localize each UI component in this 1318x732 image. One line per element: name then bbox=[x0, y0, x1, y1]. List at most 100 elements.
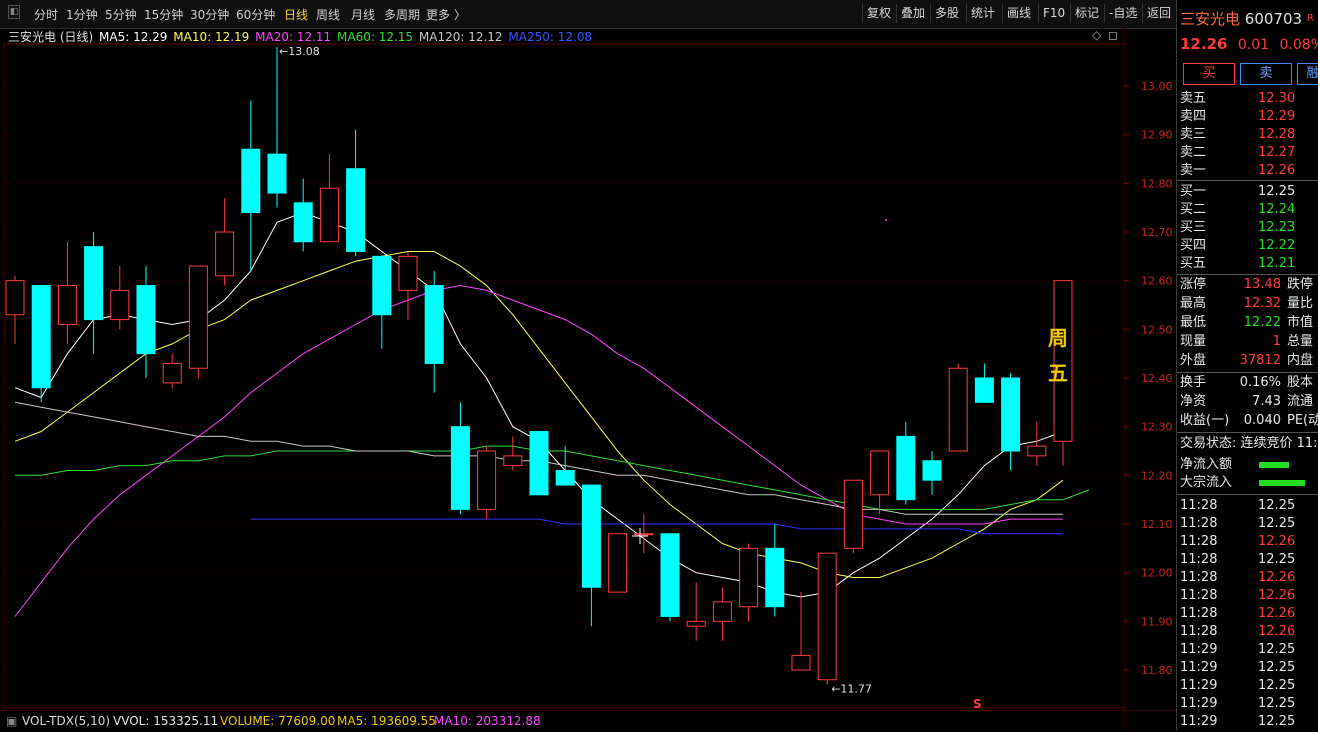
tick-time: 11:28 bbox=[1180, 516, 1218, 531]
candle-body-down bbox=[424, 285, 444, 364]
buy-button[interactable]: 买 bbox=[1183, 63, 1235, 85]
high-price-label: ←13.08 bbox=[279, 45, 320, 58]
tick-row: 11:29 12.25 bbox=[1180, 659, 1318, 677]
y-tick-label: 12.60 bbox=[1141, 275, 1173, 288]
last-price: 12.26 bbox=[1180, 35, 1228, 53]
tick-time: 11:28 bbox=[1180, 552, 1218, 567]
price-change-pct: 0.08% bbox=[1279, 37, 1318, 53]
s-marker: S bbox=[973, 697, 982, 711]
bid-price: 12.21 bbox=[1258, 256, 1296, 271]
bid-price: 12.25 bbox=[1258, 184, 1296, 199]
vol-ma5-value: MA5: 193609.55 bbox=[337, 714, 436, 728]
stat-value: 7.43 bbox=[1252, 394, 1281, 409]
stat-label-2: 流通 bbox=[1287, 394, 1314, 409]
tick-price: 12.26 bbox=[1258, 606, 1296, 621]
candle-body-up bbox=[608, 533, 628, 593]
tick-row: 11:28 12.26 bbox=[1180, 569, 1318, 587]
kline-chart[interactable]: 13.00 12.90 12.80 12.70 12.60 12.50 12.40 12.30… bbox=[0, 0, 1176, 731]
y-tick-label: 12.10 bbox=[1141, 518, 1173, 531]
ma60-value: MA60: 12.15 bbox=[337, 30, 414, 44]
vol-title: VOL-TDX(5,10) bbox=[22, 714, 111, 728]
stat-label: 换手 bbox=[1180, 375, 1207, 390]
tick-row: 11:28 12.25 bbox=[1180, 551, 1318, 569]
collapse-icon[interactable]: ◻ bbox=[1108, 28, 1118, 42]
candle-body-up bbox=[57, 285, 77, 325]
sell-button[interactable]: 卖 bbox=[1240, 63, 1292, 85]
stat-label-2: 跌停 bbox=[1287, 277, 1314, 292]
candle-body-down bbox=[267, 153, 287, 194]
tick-price: 12.25 bbox=[1258, 642, 1296, 657]
tick-row: 11:28 12.26 bbox=[1180, 587, 1318, 605]
stat-row: 外盘 37812 内盘 bbox=[1180, 352, 1318, 370]
stat-row: 最低 12.22 市值 bbox=[1180, 314, 1318, 332]
margin-button[interactable]: 融 bbox=[1297, 63, 1318, 85]
stat-row: 净资 7.43 流通 bbox=[1180, 393, 1318, 411]
stat-label-2: 量比 bbox=[1287, 296, 1314, 311]
y-tick-label: 11.90 bbox=[1141, 615, 1173, 628]
stat-row: 涨停 13.48 跌停 bbox=[1180, 276, 1318, 294]
stat-label: 涨停 bbox=[1180, 277, 1207, 292]
stat-label-2: 市值 bbox=[1287, 315, 1314, 330]
candle-body-down bbox=[241, 148, 261, 214]
weekday-label: 周 bbox=[1048, 326, 1068, 350]
y-tick-label: 12.90 bbox=[1141, 129, 1173, 142]
bid-label: 买二 bbox=[1180, 202, 1207, 217]
volume-value: VOLUME: 77609.00 bbox=[220, 714, 336, 728]
candle-body-up bbox=[398, 255, 418, 291]
stat-label-2: 内盘 bbox=[1287, 353, 1314, 368]
candle-body-up bbox=[870, 450, 890, 496]
ask-label: 卖二 bbox=[1180, 145, 1207, 160]
ma-line-ma5 bbox=[14, 211, 1064, 598]
tick-price: 12.26 bbox=[1258, 570, 1296, 585]
stat-label: 最高 bbox=[1180, 296, 1207, 311]
candle-body-down bbox=[31, 285, 51, 389]
tick-price: 12.25 bbox=[1258, 498, 1296, 513]
ask-price: 12.27 bbox=[1258, 145, 1296, 160]
ma20-value: MA20: 12.11 bbox=[255, 30, 332, 44]
bid-price: 12.24 bbox=[1258, 202, 1296, 217]
volume-panel-icon[interactable]: ▣ bbox=[6, 714, 17, 728]
tick-price: 12.26 bbox=[1258, 588, 1296, 603]
y-tick-label: 13.00 bbox=[1141, 80, 1173, 93]
tick-time: 11:28 bbox=[1180, 498, 1218, 513]
candle-body-down bbox=[555, 469, 575, 486]
ask-label: 卖一 bbox=[1180, 163, 1207, 178]
tick-price: 12.26 bbox=[1258, 534, 1296, 549]
tick-time: 11:28 bbox=[1180, 606, 1218, 621]
tick-time: 11:28 bbox=[1180, 588, 1218, 603]
ask-price: 12.29 bbox=[1258, 109, 1296, 124]
candle-body-up bbox=[686, 620, 706, 627]
ma5-value: MA5: 12.29 bbox=[99, 30, 168, 44]
candle-body-up bbox=[319, 187, 339, 243]
stat-value: 37812 bbox=[1239, 353, 1281, 368]
candle-body-up bbox=[1027, 445, 1047, 457]
bid-label: 买四 bbox=[1180, 238, 1207, 253]
stat-value: 12.32 bbox=[1243, 296, 1281, 311]
ask-label: 卖三 bbox=[1180, 127, 1207, 142]
tick-row: 11:29 12.25 bbox=[1180, 641, 1318, 659]
candle-body-down bbox=[581, 484, 601, 588]
candle-body-up bbox=[477, 450, 497, 510]
candle-body-down bbox=[765, 547, 785, 608]
tick-time: 11:29 bbox=[1180, 642, 1218, 657]
net-inflow-bar bbox=[1259, 462, 1289, 468]
bid-label: 买三 bbox=[1180, 220, 1207, 235]
quote-stock-code: 600703 bbox=[1244, 10, 1303, 28]
y-tick-label: 12.70 bbox=[1141, 226, 1173, 239]
candle-body-down bbox=[896, 435, 916, 501]
tick-row: 11:28 12.26 bbox=[1180, 533, 1318, 551]
tick-price: 12.25 bbox=[1258, 678, 1296, 693]
vvol-value: VVOL: 153325.11 bbox=[113, 714, 219, 728]
ask-label: 卖四 bbox=[1180, 109, 1207, 124]
y-tick-label: 12.00 bbox=[1141, 567, 1173, 580]
ma250-value: MA250: 12.08 bbox=[508, 30, 593, 44]
tick-price: 12.25 bbox=[1258, 696, 1296, 711]
candle-body-down bbox=[529, 431, 549, 496]
bid-row: 买五 12.21 bbox=[1180, 255, 1318, 273]
candle-body-up bbox=[503, 455, 523, 467]
bid-row: 买二 12.24 bbox=[1180, 201, 1318, 219]
diamond-icon[interactable]: ◇ bbox=[1092, 28, 1101, 42]
block-inflow-label: 大宗流入 bbox=[1180, 475, 1233, 490]
candle-body-up bbox=[948, 367, 968, 452]
ask-price: 12.30 bbox=[1258, 91, 1296, 106]
